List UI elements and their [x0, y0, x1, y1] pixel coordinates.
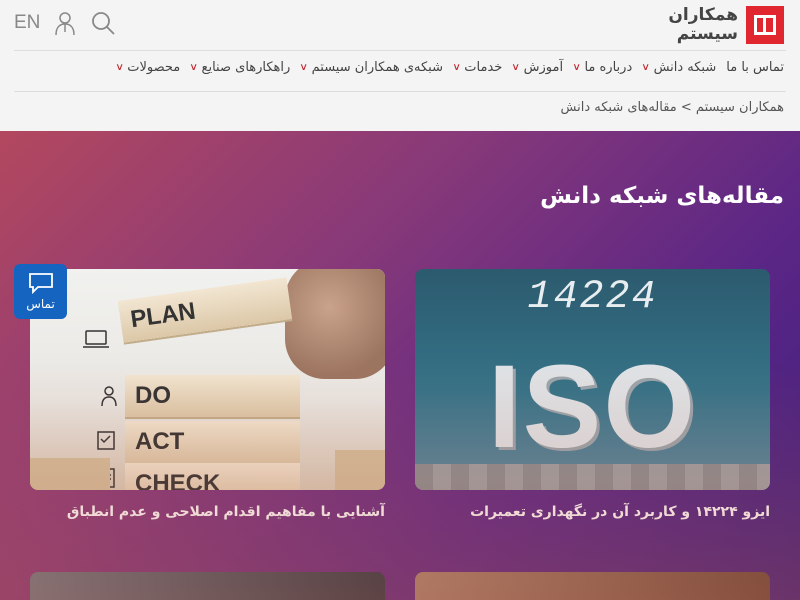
article-card-partial[interactable]	[30, 572, 385, 600]
do-block: DO	[125, 375, 300, 417]
nav-item-label: تماس با ما	[726, 60, 784, 75]
image-caption-iso: ISO	[487, 341, 698, 473]
hand-graphic	[285, 269, 385, 379]
wood-block-graphic	[30, 458, 110, 490]
nav-item-label: محصولات	[127, 60, 181, 75]
main-content: مقاله‌های شبکه دانش 14224 ISO ایزو ۱۴۲۲۴…	[0, 131, 800, 600]
wood-block-graphic	[335, 450, 385, 490]
contact-button[interactable]: تماس	[14, 264, 67, 319]
nav-item-label: خدمات	[464, 60, 503, 75]
nav-item-training[interactable]: آموزش ∨	[511, 60, 564, 75]
header-tools: EN	[14, 10, 116, 36]
nav-item-label: شبکه دانش	[653, 60, 717, 75]
article-title[interactable]: ایزو ۱۴۲۲۴ و کاربرد آن در نگهداری تعمیرا…	[415, 504, 770, 520]
logo[interactable]: همکاران سیستم	[668, 5, 784, 45]
nav-item-products[interactable]: محصولات ∨	[115, 60, 181, 75]
chevron-down-icon: ∨	[452, 62, 462, 73]
main-nav: محصولات ∨ راهکارهای صنایع ∨ شبکه‌ی همکار…	[115, 60, 784, 75]
article-card[interactable]: 14224 ISO ایزو ۱۴۲۲۴ و کاربرد آن در نگهد…	[415, 269, 770, 520]
user-icon[interactable]	[52, 10, 78, 36]
article-card[interactable]: PLAN DO ACT CHECK آشنایی با مفاهیم اقدام…	[30, 269, 385, 520]
nav-item-about[interactable]: درباره ما ∨	[572, 60, 633, 75]
nav-item-label: شبکه‌ی همکاران سیستم	[311, 60, 443, 75]
logo-line-1: همکاران	[668, 5, 738, 25]
chat-icon	[28, 273, 53, 294]
laptop-icon	[82, 329, 110, 353]
site-header: همکاران سیستم EN محصولات ∨ راهکارهای صنا…	[0, 0, 800, 131]
plan-block: PLAN	[117, 277, 293, 343]
logo-text: همکاران سیستم	[668, 6, 738, 44]
chevron-down-icon: ∨	[189, 62, 199, 73]
nav-divider	[14, 91, 786, 92]
image-caption-number: 14224	[527, 275, 658, 320]
chevron-down-icon: ∨	[299, 62, 309, 73]
article-image[interactable]: 14224 ISO	[415, 269, 770, 490]
nav-item-knowledge-network[interactable]: شبکه دانش ∨	[641, 60, 717, 75]
language-switch[interactable]: EN	[14, 12, 40, 34]
nav-item-services[interactable]: خدمات ∨	[452, 60, 503, 75]
search-icon[interactable]	[90, 10, 116, 36]
nav-item-network[interactable]: شبکه‌ی همکاران سیستم ∨	[300, 60, 443, 75]
nav-item-label: درباره ما	[584, 60, 633, 75]
chevron-down-icon: ∨	[572, 62, 582, 73]
nav-item-industry-solutions[interactable]: راهکارهای صنایع ∨	[189, 60, 291, 75]
contact-button-label: تماس	[26, 297, 55, 311]
logo-line-2: سیستم	[676, 24, 738, 44]
nav-item-label: آموزش	[523, 60, 564, 75]
nav-item-contact[interactable]: تماس با ما	[726, 60, 784, 75]
image-floor	[415, 464, 770, 490]
breadcrumb[interactable]: همکاران سیستم > مقاله‌های شبکه دانش	[561, 100, 784, 115]
checklist-icon	[96, 429, 120, 455]
article-title[interactable]: آشنایی با مفاهیم اقدام اصلاحی و عدم انطب…	[30, 504, 385, 520]
chevron-down-icon: ∨	[511, 62, 521, 73]
chevron-down-icon: ∨	[641, 62, 651, 73]
nav-item-label: راهکارهای صنایع	[201, 60, 291, 75]
person-icon	[100, 385, 118, 411]
article-card-partial[interactable]	[415, 572, 770, 600]
page-title: مقاله‌های شبکه دانش	[540, 183, 784, 209]
check-block: CHECK	[125, 463, 300, 490]
logo-mark	[746, 6, 784, 44]
header-divider	[14, 50, 786, 51]
chevron-down-icon: ∨	[115, 62, 124, 73]
article-image[interactable]: PLAN DO ACT CHECK	[30, 269, 385, 490]
act-block: ACT	[125, 421, 300, 463]
